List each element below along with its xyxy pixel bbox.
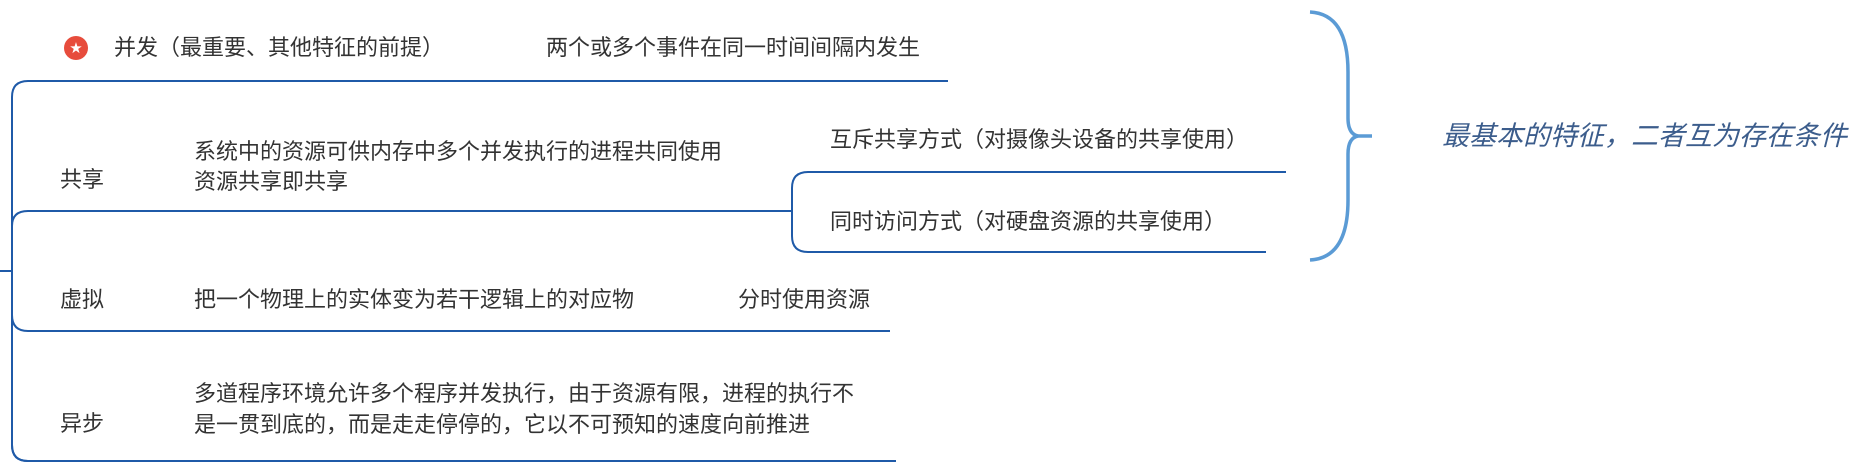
branch-concurrency-title: 并发（最重要、其他特征的前提） [114, 36, 445, 61]
sharing-child-simultaneous: 同时访问方式（对硬盘资源的共享使用） [830, 210, 1227, 235]
summary-text: 最基本的特征，二者互为存在条件 [1442, 121, 1847, 152]
branch-sharing-description-line-2: 资源共享即共享 [194, 170, 349, 195]
branch-sharing-title: 共享 [60, 168, 105, 193]
branch-async-line [11, 444, 896, 462]
branch-async-description-line-1: 多道程序环境允许多个程序并发执行，由于资源有限，进程的执行不 [194, 382, 855, 407]
branch-concurrency-description: 两个或多个事件在同一时间间隔内发生 [546, 36, 921, 61]
branch-async-description-line-2: 是一贯到底的，而是走走停停的，它以不可预知的速度向前推进 [194, 413, 811, 438]
branch-virtual-title: 虚拟 [60, 288, 105, 313]
branch-virtual-line [11, 314, 890, 332]
branch-async-title: 异步 [60, 412, 105, 437]
branch-virtual-description: 把一个物理上的实体变为若干逻辑上的对应物 [194, 288, 635, 313]
trunk-line [11, 80, 29, 462]
sharing-child-1-line [791, 171, 1286, 211]
star-icon: ★ [64, 36, 88, 60]
branch-virtual-child: 分时使用资源 [738, 288, 871, 313]
summary-brace [1309, 10, 1359, 262]
branch-sharing-line [11, 210, 782, 227]
sharing-child-mutex: 互斥共享方式（对摄像头设备的共享使用） [830, 128, 1249, 153]
branch-sharing-description-line-1: 系统中的资源可供内存中多个并发执行的进程共同使用 [194, 140, 723, 165]
